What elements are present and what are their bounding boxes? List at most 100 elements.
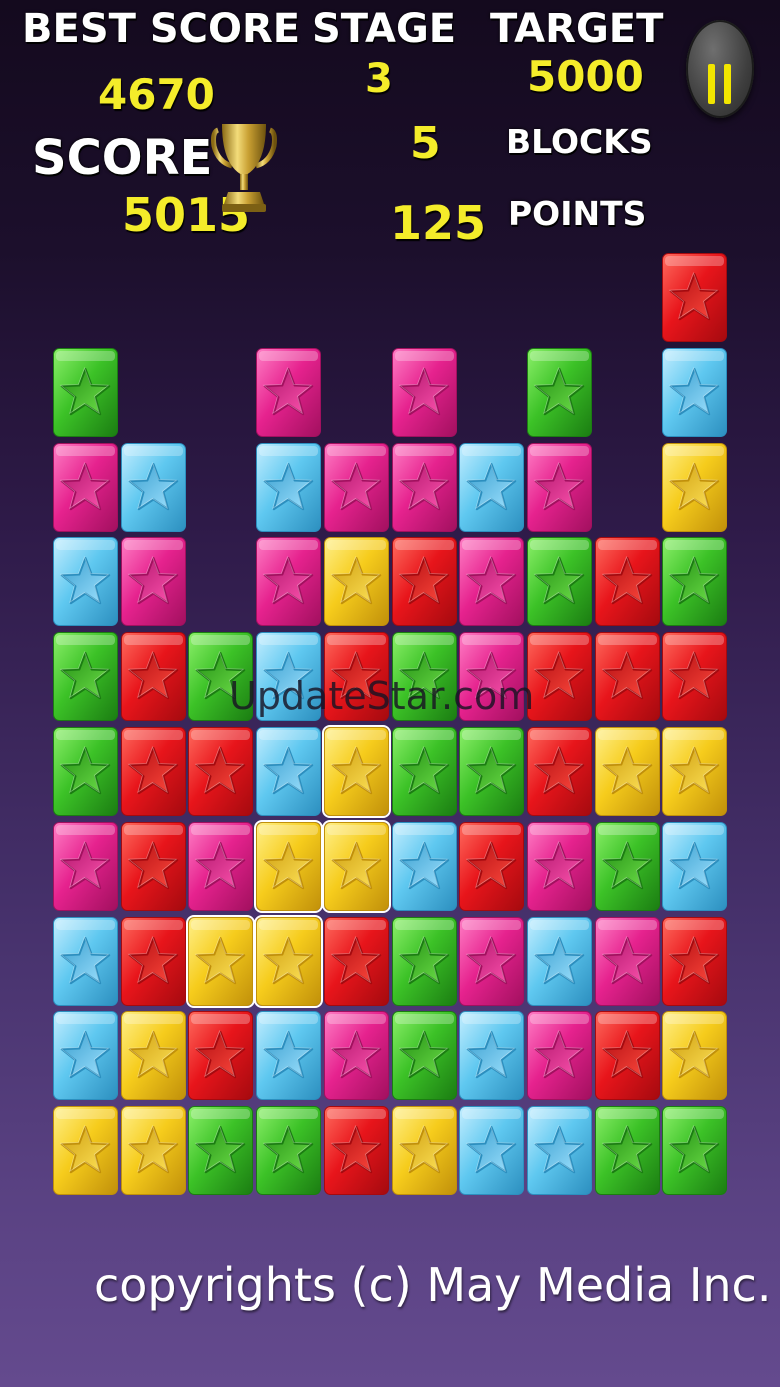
yellow-star-block[interactable] [323, 537, 389, 627]
green-star-block[interactable] [391, 632, 457, 722]
red-star-block[interactable] [120, 632, 186, 722]
green-star-block[interactable] [53, 632, 118, 722]
star-icon [120, 821, 186, 911]
star-icon [594, 1106, 660, 1196]
star-icon [323, 916, 389, 1006]
star-icon [459, 821, 525, 911]
blue-star-block[interactable] [256, 632, 322, 722]
yellow-star-block[interactable] [321, 725, 391, 818]
red-star-block[interactable] [662, 632, 728, 722]
yellow-star-block[interactable] [120, 1106, 186, 1196]
blue-star-block[interactable] [459, 1011, 525, 1101]
star-icon [256, 442, 322, 532]
blue-star-block[interactable] [526, 916, 592, 1006]
star-icon [256, 727, 322, 816]
green-star-block[interactable] [53, 727, 118, 816]
green-star-block[interactable] [662, 1106, 728, 1196]
pink-star-block[interactable] [323, 1011, 389, 1101]
pink-star-block[interactable] [256, 537, 322, 627]
yellow-star-block[interactable] [662, 1011, 728, 1101]
pink-star-block[interactable] [459, 632, 525, 722]
blue-star-block[interactable] [256, 1011, 322, 1101]
pink-star-block[interactable] [391, 442, 457, 532]
pink-star-block[interactable] [188, 821, 254, 911]
blue-star-block[interactable] [662, 347, 728, 437]
blue-star-block[interactable] [526, 1106, 592, 1196]
yellow-star-block[interactable] [186, 914, 256, 1008]
copyright-text: copyrights (c) May Media Inc. [94, 1258, 772, 1312]
blue-star-block[interactable] [256, 442, 322, 532]
red-star-block[interactable] [594, 537, 660, 627]
yellow-star-block[interactable] [391, 1106, 457, 1196]
red-star-block[interactable] [594, 632, 660, 722]
pink-star-block[interactable] [120, 537, 186, 627]
red-star-block[interactable] [662, 916, 728, 1006]
pink-star-block[interactable] [526, 1011, 592, 1101]
green-star-block[interactable] [662, 537, 728, 627]
pink-star-block[interactable] [391, 347, 457, 437]
pink-star-block[interactable] [594, 916, 660, 1006]
green-star-block[interactable] [526, 347, 592, 437]
blue-star-block[interactable] [391, 821, 457, 911]
blue-star-block[interactable] [256, 727, 322, 816]
red-star-block[interactable] [120, 821, 186, 911]
yellow-star-block[interactable] [662, 727, 728, 816]
red-star-block[interactable] [120, 727, 186, 816]
pink-star-block[interactable] [459, 916, 525, 1006]
green-star-block[interactable] [594, 1106, 660, 1196]
pink-star-block[interactable] [459, 537, 525, 627]
blue-star-block[interactable] [120, 442, 186, 532]
green-star-block[interactable] [526, 537, 592, 627]
red-star-block[interactable] [188, 727, 254, 816]
star-icon [120, 1106, 186, 1196]
pause-icon [708, 64, 715, 104]
blue-star-block[interactable] [459, 1106, 525, 1196]
pink-star-block[interactable] [256, 347, 322, 437]
star-icon [662, 1011, 728, 1101]
yellow-star-block[interactable] [254, 819, 324, 913]
yellow-star-block[interactable] [321, 819, 391, 913]
blue-star-block[interactable] [459, 442, 525, 532]
star-icon [459, 1011, 525, 1101]
red-star-block[interactable] [391, 537, 457, 627]
yellow-star-block[interactable] [254, 914, 324, 1008]
star-icon [120, 727, 186, 816]
yellow-star-block[interactable] [120, 1011, 186, 1101]
red-star-block[interactable] [526, 727, 592, 816]
red-star-block[interactable] [323, 916, 389, 1006]
blue-star-block[interactable] [662, 821, 728, 911]
pink-star-block[interactable] [53, 821, 118, 911]
green-star-block[interactable] [459, 727, 525, 816]
pink-star-block[interactable] [526, 821, 592, 911]
star-icon [459, 442, 525, 532]
red-star-block[interactable] [662, 253, 728, 342]
blue-star-block[interactable] [53, 1011, 118, 1101]
star-icon [188, 1011, 254, 1101]
red-star-block[interactable] [594, 1011, 660, 1101]
red-star-block[interactable] [323, 632, 389, 722]
yellow-star-block[interactable] [594, 727, 660, 816]
green-star-block[interactable] [391, 1011, 457, 1101]
red-star-block[interactable] [120, 916, 186, 1006]
pink-star-block[interactable] [323, 442, 389, 532]
star-icon [53, 1011, 118, 1101]
green-star-block[interactable] [188, 632, 254, 722]
pink-star-block[interactable] [526, 442, 592, 532]
red-star-block[interactable] [526, 632, 592, 722]
yellow-star-block[interactable] [53, 1106, 118, 1196]
yellow-star-block[interactable] [662, 442, 728, 532]
green-star-block[interactable] [391, 727, 457, 816]
green-star-block[interactable] [53, 347, 118, 437]
pink-star-block[interactable] [53, 442, 118, 532]
green-star-block[interactable] [188, 1106, 254, 1196]
pause-button[interactable] [686, 20, 754, 118]
blue-star-block[interactable] [53, 537, 118, 627]
red-star-block[interactable] [459, 821, 525, 911]
green-star-block[interactable] [594, 821, 660, 911]
blue-star-block[interactable] [53, 916, 118, 1006]
red-star-block[interactable] [188, 1011, 254, 1101]
red-star-block[interactable] [323, 1106, 389, 1196]
green-star-block[interactable] [391, 916, 457, 1006]
green-star-block[interactable] [256, 1106, 322, 1196]
star-icon [188, 1106, 254, 1196]
